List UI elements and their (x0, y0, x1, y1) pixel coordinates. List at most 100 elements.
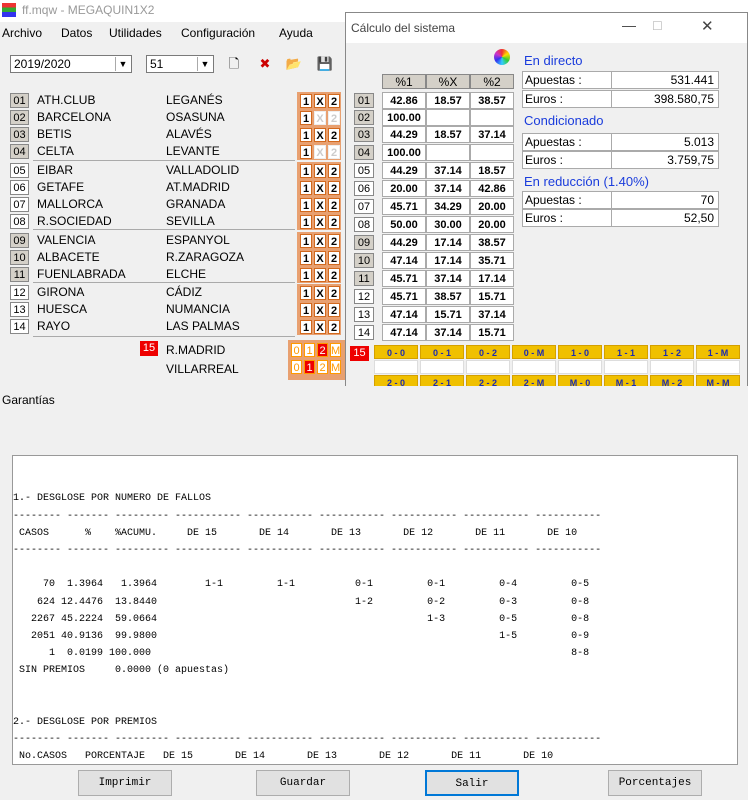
pleno-number-badge: 15 (140, 341, 158, 356)
goal-result-empty (420, 360, 464, 374)
home-goal-2-toggle[interactable]: 2 (317, 343, 328, 357)
calc-row-number: 03 (354, 127, 374, 142)
pleno-away-team: VILLARREAL (166, 362, 239, 376)
goal-result-1[interactable]: 0 - 1 (420, 345, 464, 359)
home-goal-0-toggle[interactable]: 0 (291, 343, 302, 357)
calc-row-number: 05 (354, 163, 374, 178)
pct-cell: 50.00 (382, 216, 426, 233)
away-goal-1-toggle[interactable]: 1 (304, 360, 315, 374)
pct-cell: 38.57 (470, 92, 514, 109)
imprimir-button[interactable]: Imprimir (78, 770, 172, 796)
pct-header: %1 (382, 74, 426, 89)
pct-cell: 45.71 (382, 198, 426, 215)
pct-header: %X (426, 74, 470, 89)
goal-result-empty (374, 360, 418, 374)
pct-cell: 18.57 (426, 126, 470, 143)
pct-cell: 44.29 (382, 162, 426, 179)
reduccion-euros-label: Euros : (522, 209, 612, 227)
maximize-icon: ☐ (652, 19, 663, 33)
pct-cell (470, 144, 514, 161)
pleno-number-badge: 15 (350, 346, 369, 361)
pct-cell: 15.71 (470, 288, 514, 305)
pct-cell (426, 144, 470, 161)
calc-row-number: 04 (354, 145, 374, 160)
goal-result-3[interactable]: 0 - M (512, 345, 556, 359)
pct-cell: 18.57 (426, 92, 470, 109)
condicionado-apuestas-label: Apuestas : (522, 133, 612, 151)
report-area[interactable]: 1.- DESGLOSE POR NUMERO DE FALLOS ------… (12, 455, 738, 765)
calc-row-number: 09 (354, 235, 374, 250)
goal-result-empty (512, 360, 556, 374)
home-goal-M-toggle[interactable]: M (330, 343, 341, 357)
calc-row-number: 10 (354, 253, 374, 268)
home-goal-1-toggle[interactable]: 1 (304, 343, 315, 357)
calc-row-number: 08 (354, 217, 374, 232)
directo-apuestas-label: Apuestas : (522, 71, 612, 89)
minimize-icon[interactable]: — (622, 17, 636, 33)
pct-cell: 37.14 (470, 126, 514, 143)
goal-result-empty (604, 360, 648, 374)
reduccion-euros-value: 52,50 (611, 209, 719, 227)
goal-result-0[interactable]: 0 - 0 (374, 345, 418, 359)
condicionado-apuestas-value: 5.013 (611, 133, 719, 151)
pct-cell: 37.14 (426, 180, 470, 197)
close-icon[interactable]: ✕ (701, 17, 714, 35)
goal-result-6[interactable]: 1 - 2 (650, 345, 694, 359)
calc-row-number: 14 (354, 325, 374, 340)
reduccion-title: En reducción (1.40%) (524, 174, 650, 189)
goal-result-empty (466, 360, 510, 374)
pct-cell: 15.71 (470, 324, 514, 341)
pct-cell: 30.00 (426, 216, 470, 233)
goal-result-4[interactable]: 1 - 0 (558, 345, 602, 359)
pct-cell: 20.00 (382, 180, 426, 197)
pct-cell: 15.71 (426, 306, 470, 323)
pct-cell: 34.29 (426, 198, 470, 215)
calc-title: Cálculo del sistema (351, 21, 456, 35)
pct-cell: 47.14 (382, 324, 426, 341)
calc-row-number: 06 (354, 181, 374, 196)
condicionado-title: Condicionado (524, 113, 604, 128)
calc-row-number: 13 (354, 307, 374, 322)
pct-cell: 100.00 (382, 109, 426, 126)
pct-cell: 37.14 (470, 306, 514, 323)
porcentajes-button[interactable]: Porcentajes (608, 770, 702, 796)
pleno-home-team: R.MADRID (166, 343, 226, 357)
calc-row-number: 12 (354, 289, 374, 304)
goal-result-5[interactable]: 1 - 1 (604, 345, 648, 359)
pct-cell: 17.14 (470, 270, 514, 287)
pct-cell: 37.14 (426, 270, 470, 287)
pct-cell: 37.14 (426, 324, 470, 341)
pct-cell: 18.57 (470, 162, 514, 179)
pct-cell: 20.00 (470, 198, 514, 215)
goal-result-2[interactable]: 0 - 2 (466, 345, 510, 359)
pct-cell: 38.57 (426, 288, 470, 305)
condicionado-euros-value: 3.759,75 (611, 151, 719, 169)
calc-window: Cálculo del sistema — ☐ ✕ En directo Apu… (345, 12, 748, 389)
pct-cell: 42.86 (382, 92, 426, 109)
away-goal-M-toggle[interactable]: M (330, 360, 341, 374)
calc-row-number: 02 (354, 110, 374, 125)
pct-cell: 37.14 (426, 162, 470, 179)
goal-result-empty (558, 360, 602, 374)
reduccion-apuestas-label: Apuestas : (522, 191, 612, 209)
goal-result-7[interactable]: 1 - M (696, 345, 740, 359)
goal-result-empty (696, 360, 740, 374)
goal-result-empty (650, 360, 694, 374)
calc-row-number: 01 (354, 93, 374, 108)
pct-cell: 45.71 (382, 288, 426, 305)
color-wheel-icon[interactable] (494, 49, 510, 65)
guardar-button[interactable]: Guardar (256, 770, 350, 796)
pct-cell: 100.00 (382, 144, 426, 161)
calc-row-number: 11 (354, 271, 374, 286)
pct-cell (470, 109, 514, 126)
pct-cell (426, 109, 470, 126)
away-goal-2-toggle[interactable]: 2 (317, 360, 328, 374)
pct-header: %2 (470, 74, 514, 89)
salir-button[interactable]: Salir (425, 770, 519, 796)
pleno-al-quince: 15 R.MADRID VILLARREAL 0 1 2 M 0 1 2 M (0, 0, 348, 386)
directo-title: En directo (524, 53, 583, 68)
directo-euros-value: 398.580,75 (611, 90, 719, 108)
pct-cell: 44.29 (382, 234, 426, 251)
away-goal-0-toggle[interactable]: 0 (291, 360, 302, 374)
pct-cell: 42.86 (470, 180, 514, 197)
